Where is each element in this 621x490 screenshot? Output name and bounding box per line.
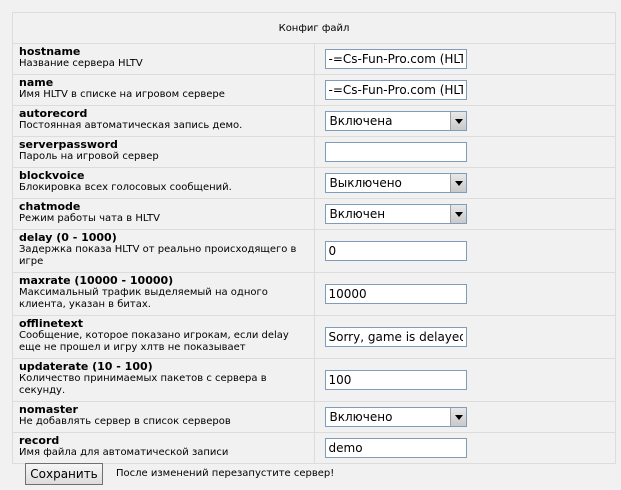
offlinetext-input[interactable] bbox=[324, 327, 467, 347]
option-name: record bbox=[19, 434, 60, 447]
option-description: Сообщение, которое показано игрокам, есл… bbox=[19, 330, 289, 353]
select-value: Включен bbox=[329, 207, 386, 221]
option-description: Название сервера HLTV bbox=[19, 58, 143, 69]
delay-input[interactable] bbox=[324, 241, 467, 261]
option-description: Режим работы чата в HLTV bbox=[19, 213, 160, 224]
option-description: Количество принимаемых пакетов с сервера… bbox=[19, 373, 267, 396]
option-row-maxrate: maxrate (10000 - 10000) Максимальный тра… bbox=[12, 272, 616, 316]
chatmode-select[interactable]: Включен bbox=[324, 204, 467, 224]
option-row-hostname: hostname Название сервера HLTV bbox=[12, 43, 616, 75]
chevron-down-icon[interactable] bbox=[449, 408, 466, 426]
chevron-down-icon[interactable] bbox=[449, 174, 466, 192]
nomaster-select[interactable]: Включено bbox=[324, 407, 467, 427]
option-description: Не добавлять сервер в список серверов bbox=[19, 416, 231, 427]
option-row-autorecord: autorecord Постоянная автоматическая зап… bbox=[12, 105, 616, 137]
option-name: nomaster bbox=[19, 403, 78, 416]
option-name: delay (0 - 1000) bbox=[19, 231, 117, 244]
select-value: Выключено bbox=[329, 176, 402, 190]
save-button[interactable]: Сохранить bbox=[25, 463, 103, 485]
option-description: Имя файла для автоматической записи bbox=[19, 447, 229, 458]
option-name: name bbox=[19, 76, 54, 89]
option-name: updaterate (10 - 100) bbox=[19, 360, 153, 373]
option-row-serverpassword: serverpassword Пароль на игровой сервер bbox=[12, 136, 616, 168]
option-row-delay: delay (0 - 1000) Задержка показа HLTV от… bbox=[12, 229, 616, 273]
option-description: Задержка показа HLTV от реально происход… bbox=[19, 244, 297, 267]
option-name: maxrate (10000 - 10000) bbox=[19, 274, 174, 287]
option-description: Блокировка всех голосовых сообщений. bbox=[19, 182, 232, 193]
option-row-name: name Имя HLTV в списке на игровом сервер… bbox=[12, 74, 616, 106]
blockvoice-select[interactable]: Выключено bbox=[324, 173, 467, 193]
option-description: Пароль на игровой сервер bbox=[19, 151, 159, 162]
select-value: Включена bbox=[329, 114, 393, 128]
restart-note: После изменений перезапустите сервер! bbox=[116, 468, 335, 479]
option-name: serverpassword bbox=[19, 138, 118, 151]
option-name: blockvoice bbox=[19, 169, 85, 182]
option-description: Постоянная автоматическая запись демо. bbox=[19, 120, 243, 131]
serverpassword-input[interactable] bbox=[324, 142, 467, 162]
option-row-blockvoice: blockvoice Блокировка всех голосовых соо… bbox=[12, 167, 616, 199]
option-row-nomaster: nomaster Не добавлять сервер в список се… bbox=[12, 401, 616, 433]
option-name: autorecord bbox=[19, 107, 88, 120]
name-input[interactable] bbox=[324, 80, 467, 100]
record-input[interactable] bbox=[324, 438, 467, 458]
option-row-updaterate: updaterate (10 - 100) Количество принима… bbox=[12, 358, 616, 402]
option-name: chatmode bbox=[19, 200, 81, 213]
config-table: Конфиг файл hostname Название сервера HL… bbox=[12, 12, 616, 464]
option-row-chatmode: chatmode Режим работы чата в HLTV Включе… bbox=[12, 198, 616, 230]
chevron-down-icon[interactable] bbox=[449, 112, 466, 130]
select-value: Включено bbox=[329, 410, 393, 424]
hostname-input[interactable] bbox=[324, 49, 467, 69]
config-title-cell: Конфиг файл bbox=[12, 12, 616, 44]
chevron-down-icon[interactable] bbox=[449, 205, 466, 223]
option-row-offlinetext: offlinetext Сообщение, которое показано … bbox=[12, 315, 616, 359]
option-row-record: record Имя файла для автоматической запи… bbox=[12, 432, 616, 464]
updaterate-input[interactable] bbox=[324, 370, 467, 390]
option-description: Максимальный трафик выделяемый на одного… bbox=[19, 287, 268, 310]
maxrate-input[interactable] bbox=[324, 284, 467, 304]
page-title: Конфиг файл bbox=[278, 22, 350, 34]
option-name: offlinetext bbox=[19, 317, 83, 330]
autorecord-select[interactable]: Включена bbox=[324, 111, 467, 131]
config-page: Конфиг файл hostname Название сервера HL… bbox=[0, 0, 621, 490]
option-description: Имя HLTV в списке на игровом сервере bbox=[19, 89, 225, 100]
option-name: hostname bbox=[19, 45, 81, 58]
